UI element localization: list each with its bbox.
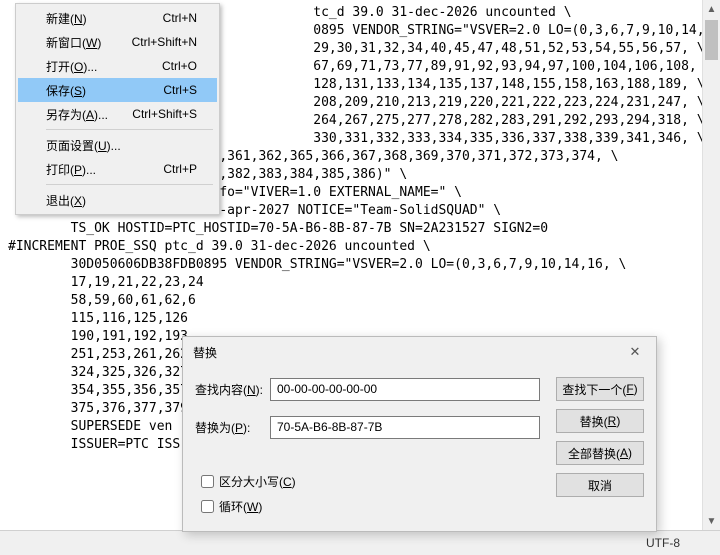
menu-label: 保存(S): [46, 82, 86, 99]
menu-label: 打印(P)...: [46, 161, 96, 178]
encoding-indicator: UTF-8: [646, 536, 680, 550]
dialog-title-text: 替换: [193, 344, 217, 361]
menu-separator: [46, 129, 213, 130]
wrap-around-checkbox[interactable]: 循环(W): [201, 498, 296, 515]
replace-button[interactable]: 替换(R): [556, 409, 644, 433]
match-case-input[interactable]: [201, 475, 214, 488]
menu-new-window[interactable]: 新窗口(W) Ctrl+Shift+N: [18, 30, 217, 54]
menu-open[interactable]: 打开(O)... Ctrl+O: [18, 54, 217, 78]
menu-label: 新建(N): [46, 10, 87, 27]
menu-shortcut: Ctrl+Shift+N: [132, 35, 197, 49]
replace-input[interactable]: [270, 416, 540, 439]
match-case-label: 区分大小写(C): [219, 473, 296, 490]
scroll-down-arrow[interactable]: ▼: [703, 512, 720, 530]
menu-label: 新窗口(W): [46, 34, 101, 51]
wrap-around-input[interactable]: [201, 500, 214, 513]
replace-label: 替换为(P):: [195, 419, 270, 436]
menu-shortcut: Ctrl+Shift+S: [132, 107, 197, 121]
close-icon[interactable]: ✕: [620, 341, 650, 363]
replace-dialog: 替换 ✕ 查找内容(N): 替换为(P): 查找下一个(F) 替换(R) 全部替…: [182, 336, 657, 532]
status-bar: UTF-8: [0, 530, 720, 555]
file-menu-popup: 新建(N) Ctrl+N 新窗口(W) Ctrl+Shift+N 打开(O)..…: [15, 3, 220, 215]
menu-save-as[interactable]: 另存为(A)... Ctrl+Shift+S: [18, 102, 217, 126]
scroll-up-arrow[interactable]: ▲: [703, 0, 720, 18]
menu-page-setup[interactable]: 页面设置(U)...: [18, 133, 217, 157]
menu-label: 页面设置(U)...: [46, 137, 121, 154]
replace-all-button[interactable]: 全部替换(A): [556, 441, 644, 465]
find-next-button[interactable]: 查找下一个(F): [556, 377, 644, 401]
menu-print[interactable]: 打印(P)... Ctrl+P: [18, 157, 217, 181]
menu-label: 另存为(A)...: [46, 106, 108, 123]
menu-separator: [46, 184, 213, 185]
scroll-thumb[interactable]: [705, 20, 718, 60]
menu-save[interactable]: 保存(S) Ctrl+S: [18, 78, 217, 102]
menu-shortcut: Ctrl+O: [162, 59, 197, 73]
menu-label: 退出(X): [46, 192, 86, 209]
menu-shortcut: Ctrl+S: [163, 83, 197, 97]
dialog-titlebar[interactable]: 替换 ✕: [183, 337, 656, 367]
find-label: 查找内容(N):: [195, 381, 270, 398]
wrap-around-label: 循环(W): [219, 498, 262, 515]
menu-shortcut: Ctrl+N: [163, 11, 197, 25]
menu-exit[interactable]: 退出(X): [18, 188, 217, 212]
menu-label: 打开(O)...: [46, 58, 97, 75]
menu-new[interactable]: 新建(N) Ctrl+N: [18, 6, 217, 30]
match-case-checkbox[interactable]: 区分大小写(C): [201, 473, 296, 490]
find-input[interactable]: [270, 378, 540, 401]
menu-shortcut: Ctrl+P: [163, 162, 197, 176]
vertical-scrollbar[interactable]: ▲ ▼: [702, 0, 720, 530]
cancel-button[interactable]: 取消: [556, 473, 644, 497]
